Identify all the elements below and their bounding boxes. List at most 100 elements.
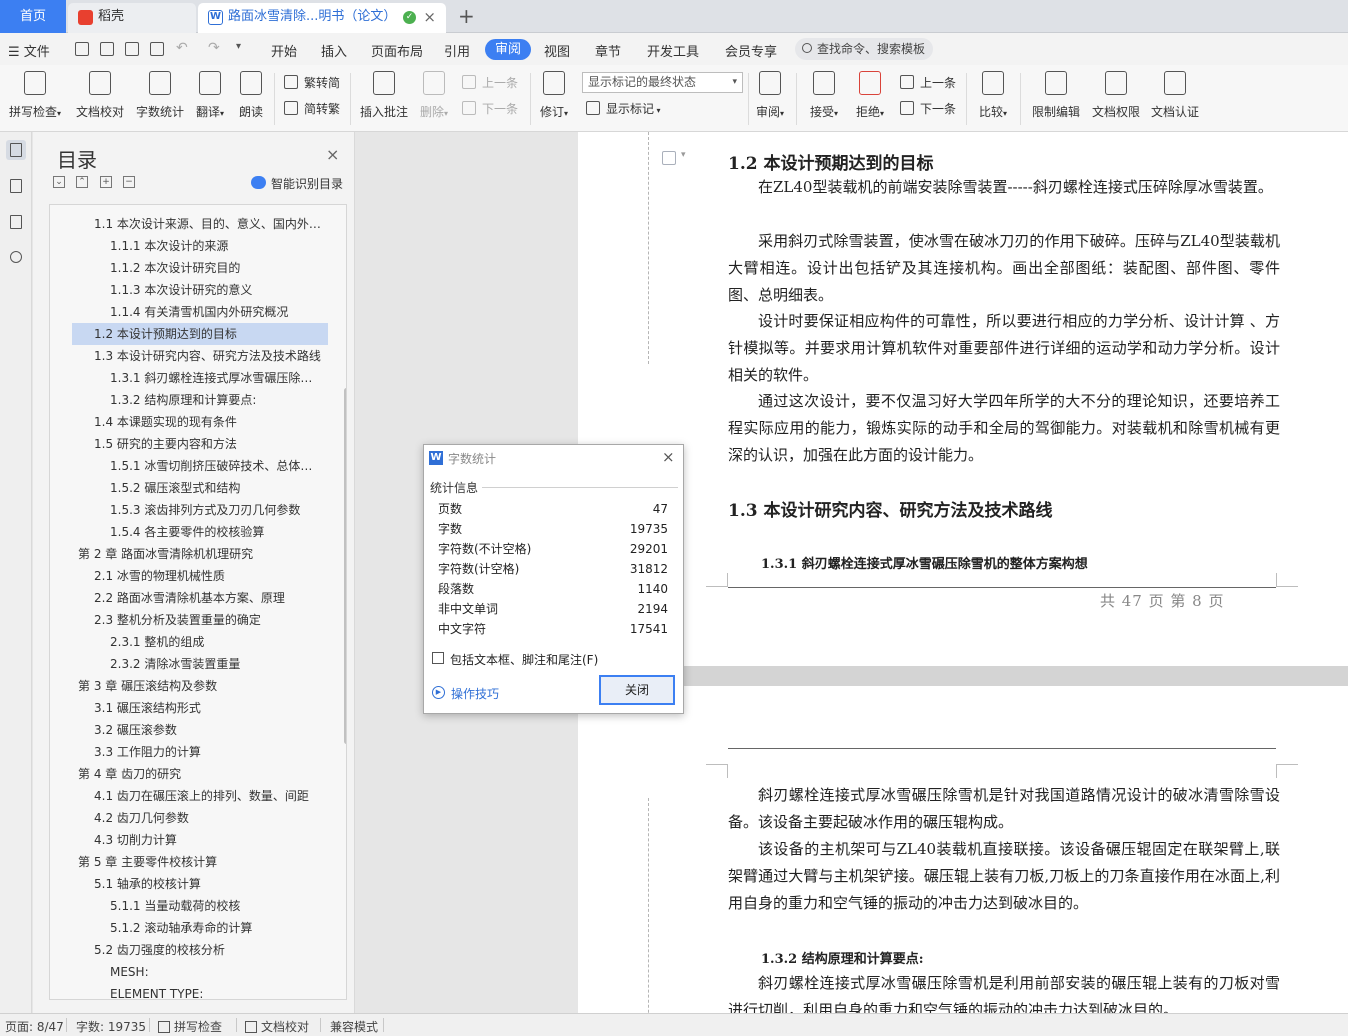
menu-page-layout[interactable]: 页面布局	[371, 41, 423, 60]
accept-button[interactable]: 接受▾	[806, 71, 842, 120]
reject-button[interactable]: 拒绝▾	[852, 71, 888, 120]
dialog-close-icon[interactable]: ×	[662, 448, 675, 466]
print-preview-icon[interactable]	[150, 42, 164, 56]
restrict-edit-button[interactable]: 限制编辑	[1030, 71, 1082, 120]
delete-comment-button[interactable]: 删除▾	[416, 71, 452, 120]
toc-item[interactable]: 1.5.3 滚齿排列方式及刀刃几何参数	[110, 499, 324, 521]
new-tab-plus-icon[interactable]: +	[458, 2, 475, 30]
word-count-button[interactable]: 字数统计	[134, 71, 186, 120]
toc-item[interactable]: 4.3 切削力计算	[94, 829, 324, 851]
toc-item[interactable]: 1.2 本设计预期达到的目标	[72, 323, 328, 345]
doc-permission-button[interactable]: 文档权限	[1090, 71, 1142, 120]
toc-item[interactable]: 2.3.1 整机的组成	[110, 631, 324, 653]
toc-item[interactable]: 2.3.2 清除冰雪装置重量	[110, 653, 324, 675]
bookmark-icon[interactable]	[6, 212, 26, 232]
include-textbox-footnote-checkbox[interactable]: 包括文本框、脚注和尾注(F)	[432, 651, 598, 668]
toc-item[interactable]: ▾1.5 研究的主要内容和方法	[94, 433, 324, 455]
toc-item[interactable]: ▾5.2 齿刀强度的校核分析	[94, 939, 324, 961]
tab-home[interactable]: 首页	[0, 0, 66, 33]
toc-item[interactable]: 3.2 碾压滚参数	[94, 719, 324, 741]
remove-heading-icon[interactable]: −	[123, 176, 135, 188]
word-count-indicator[interactable]: 字数: 19735	[76, 1018, 146, 1035]
paragraph[interactable]: 设计时要保证相应构件的可靠性，所以要进行相应的力学分析、设计计算 、方针模拟等。…	[728, 308, 1280, 389]
close-button[interactable]: 关闭	[599, 675, 675, 705]
toc-item[interactable]: MESH:	[110, 961, 324, 983]
toc-item[interactable]: 1.5.4 各主要零件的校核验算	[110, 521, 324, 543]
paragraph[interactable]: 采用斜刃式除雪装置，使冰雪在破冰刀刃的作用下破碎。压碎与ZL40型装载机大臂相连…	[728, 228, 1280, 309]
review-pane-button[interactable]: 审阅▾	[752, 71, 788, 120]
export-icon[interactable]	[100, 42, 114, 56]
menu-review[interactable]: 审阅	[485, 39, 531, 60]
menu-developer[interactable]: 开发工具	[647, 41, 699, 60]
command-search[interactable]: 查找命令、搜索模板	[795, 38, 933, 60]
smart-toc-button[interactable]: 智能识别目录	[251, 175, 343, 192]
paragraph[interactable]: 通过这次设计，要不仅温习好大学四年所学的大不分的理论知识，还要培养工程实际应用的…	[728, 388, 1280, 469]
redo-icon[interactable]: ↷	[208, 40, 220, 56]
toc-item[interactable]: 2.2 路面冰雪清除机基本方案、原理	[94, 587, 324, 609]
undo-icon[interactable]: ↶	[176, 40, 188, 56]
toc-item[interactable]: ELEMENT TYPE:	[110, 983, 324, 999]
toc-item[interactable]: 3.1 碾压滚结构形式	[94, 697, 324, 719]
toc-item[interactable]: 1.1.4 有关清雪机国内外研究概况	[110, 301, 324, 323]
add-heading-icon[interactable]: +	[100, 176, 112, 188]
page-indicator[interactable]: 页面: 8/47	[5, 1018, 64, 1035]
toc-item[interactable]: 1.3.1 斜刃螺栓连接式厚冰雪碾压除雪机的整体方案构想	[110, 367, 324, 389]
toc-item[interactable]: 1.4 本课题实现的现有条件	[94, 411, 324, 433]
quick-access-dropdown-icon[interactable]: ▾	[236, 41, 241, 52]
next-comment-button[interactable]: 下一条	[462, 100, 518, 117]
toc-item[interactable]: 1.1.3 本次设计研究的意义	[110, 279, 324, 301]
menu-start[interactable]: 开始	[271, 41, 297, 60]
read-aloud-button[interactable]: 朗读	[236, 71, 266, 120]
menu-insert[interactable]: 插入	[321, 41, 347, 60]
toc-item[interactable]: ▾第 5 章 主要零件校核计算	[78, 851, 324, 873]
tips-link[interactable]: ▶ 操作技巧	[432, 685, 499, 702]
toc-item[interactable]: 5.1.1 当量动载荷的校核	[110, 895, 324, 917]
toc-item[interactable]: 1.1.1 本次设计的来源	[110, 235, 324, 257]
menu-reference[interactable]: 引用	[444, 41, 470, 60]
track-changes-button[interactable]: 修订▾	[536, 71, 572, 120]
menu-file[interactable]: ☰ 文件	[8, 41, 50, 60]
checkbox-box[interactable]	[432, 652, 444, 664]
toc-item[interactable]: 2.1 冰雪的物理机械性质	[94, 565, 324, 587]
status-spell-check[interactable]: 拼写检查	[158, 1018, 222, 1035]
prev-change-button[interactable]: 上一条	[900, 74, 956, 91]
close-tab-icon[interactable]: ×	[423, 3, 436, 31]
status-doc-check[interactable]: 文档校对	[245, 1018, 309, 1035]
toc-item[interactable]: ▾第 4 章 齿刀的研究	[78, 763, 324, 785]
toc-item[interactable]: 3.3 工作阻力的计算	[94, 741, 324, 763]
paragraph[interactable]: 该设备的主机架可与ZL40装载机直接联接。该设备碾压辊固定在联架臂上,联架臂通过…	[728, 836, 1280, 917]
tab-document[interactable]: W 路面冰雪清除...明书（论文） ✓ ×	[198, 3, 446, 33]
next-change-button[interactable]: 下一条	[900, 100, 956, 117]
toc-item[interactable]: ▾1.3 本设计研究内容、研究方法及技术路线	[94, 345, 324, 367]
paragraph[interactable]: 在ZL40型装载机的前端安装除雪装置-----斜刃螺栓连接式压碎除厚冰雪装置。	[728, 174, 1280, 201]
comment-marker-icon[interactable]	[662, 151, 676, 165]
toc-item[interactable]: ▾第 2 章 路面冰雪清除机机理研究	[78, 543, 324, 565]
toc-item[interactable]: ▾第 3 章 碾压滚结构及参数	[78, 675, 324, 697]
menu-chapter[interactable]: 章节	[595, 41, 621, 60]
close-icon[interactable]: ×	[326, 145, 339, 164]
prev-comment-button[interactable]: 上一条	[462, 74, 518, 91]
toc-item[interactable]: 1.5.1 冰雪切削挤压破碎技术、总体方案设计	[110, 455, 324, 477]
dialog-title-bar[interactable]: W 字数统计 ×	[424, 445, 683, 471]
toc-item[interactable]: 1.3.2 结构原理和计算要点:	[110, 389, 324, 411]
toc-panel-icon[interactable]	[6, 140, 26, 160]
expand-level-icon[interactable]: ⌃	[76, 176, 88, 188]
collapse-all-icon[interactable]: ⌄	[53, 176, 65, 188]
paragraph[interactable]: 斜刃螺栓连接式厚冰雪碾压除雪机是利用前部安装的碾压辊上装有的刀板对雪进行切削，利…	[728, 970, 1280, 1013]
comment-marker-dropdown-icon[interactable]: ▾	[681, 150, 686, 160]
trad-to-simp-button[interactable]: 繁转简	[284, 74, 340, 91]
translate-button[interactable]: 翻译▾	[192, 71, 228, 120]
paragraph[interactable]: 斜刃螺栓连接式厚冰雪碾压除雪机是针对我国道路情况设计的破冰清雪除雪设备。该设备主…	[728, 782, 1280, 836]
doc-check-button[interactable]: 文档校对	[74, 71, 126, 120]
find-icon[interactable]	[6, 248, 26, 268]
chapter-nav-icon[interactable]	[6, 176, 26, 196]
toc-item[interactable]: 1.5.2 碾压滚型式和结构	[110, 477, 324, 499]
toc-item[interactable]: 4.2 齿刀几何参数	[94, 807, 324, 829]
menu-member[interactable]: 会员专享	[725, 41, 777, 60]
simp-to-trad-button[interactable]: 简转繁	[284, 100, 340, 117]
toc-item[interactable]: ▾2.3 整机分析及装置重量的确定	[94, 609, 324, 631]
toc-item[interactable]: 1.1.2 本次设计研究目的	[110, 257, 324, 279]
menu-view[interactable]: 视图	[544, 41, 570, 60]
save-icon[interactable]	[75, 42, 89, 56]
print-icon[interactable]	[125, 42, 139, 56]
